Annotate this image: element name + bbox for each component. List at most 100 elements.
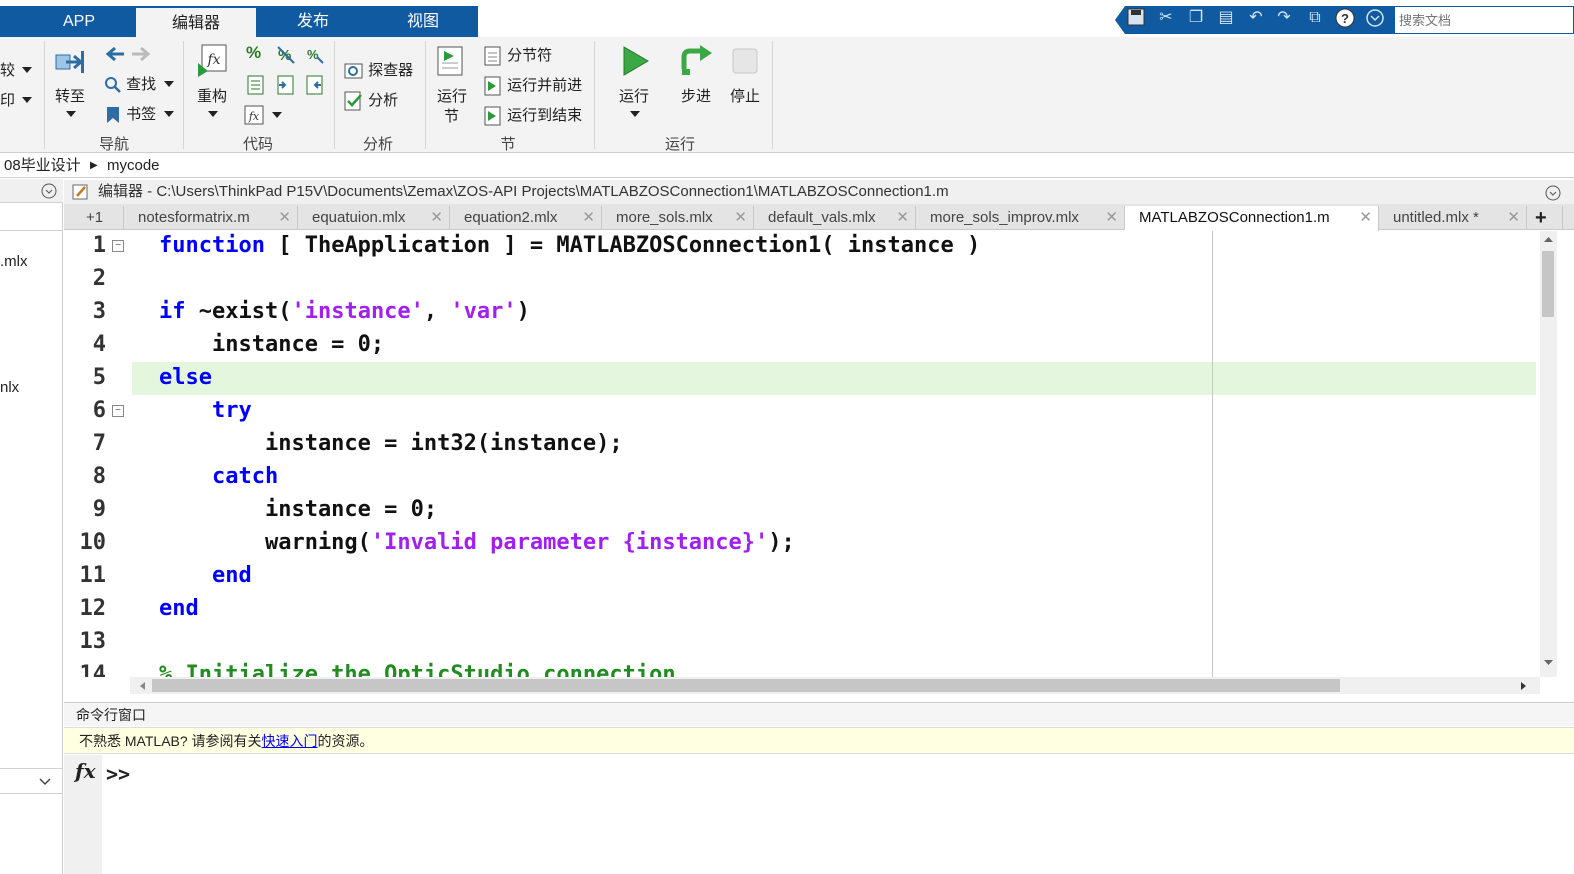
insert-function-icon[interactable]: fx	[244, 105, 266, 129]
close-icon[interactable]: ✕	[734, 206, 747, 230]
code-line[interactable]: else	[159, 365, 212, 390]
wrap-comments-icon[interactable]: %	[305, 45, 325, 69]
step-icon[interactable]	[680, 45, 714, 81]
breadcrumb-folder-current[interactable]: mycode	[107, 154, 160, 178]
code-line[interactable]: instance = int32(instance);	[159, 431, 623, 456]
cut-icon[interactable]: ✂	[1156, 8, 1176, 28]
refactor-icon[interactable]: fx	[196, 43, 230, 81]
close-icon[interactable]: ✕	[896, 206, 909, 230]
run-to-end-button[interactable]: 运行到结束	[483, 104, 582, 126]
run-section-icon[interactable]	[436, 45, 466, 81]
comment-button[interactable]: %	[246, 43, 261, 63]
file-tab[interactable]: equatuion.mlx ✕	[298, 206, 450, 230]
forward-icon[interactable]	[130, 45, 152, 67]
expand-menu-icon[interactable]	[1365, 8, 1385, 28]
file-tab[interactable]: untitled.mlx * ✕	[1379, 206, 1527, 230]
undo-icon[interactable]: ↶	[1246, 8, 1266, 28]
fold-toggle-icon[interactable]: −	[112, 240, 124, 252]
run-button[interactable]: 运行	[619, 85, 649, 106]
bookmark-button[interactable]: 书签	[104, 103, 156, 124]
step-button[interactable]: 步进	[681, 85, 711, 106]
increase-indent-icon[interactable]	[276, 75, 296, 99]
compare-button[interactable]: 较	[0, 59, 15, 80]
file-tab[interactable]: default_vals.mlx ✕	[754, 206, 916, 230]
close-icon[interactable]: ✕	[1105, 206, 1118, 230]
file-tab[interactable]: more_sols_improv.mlx ✕	[916, 206, 1125, 230]
horizontal-scroll-thumb[interactable]	[152, 679, 1340, 692]
new-tab-plus-icon[interactable]: +	[1527, 206, 1563, 230]
tab-app[interactable]: APP	[26, 6, 132, 37]
tab-overflow[interactable]: +1	[72, 206, 124, 230]
decrease-indent-icon[interactable]	[305, 75, 325, 99]
details-bar[interactable]	[0, 768, 63, 794]
code-line[interactable]: function [ TheApplication ] = MATLABZOSC…	[159, 233, 980, 258]
panel-column-header	[0, 203, 63, 231]
tab-view[interactable]: 视图	[370, 6, 476, 37]
help-icon[interactable]: ?	[1335, 8, 1355, 28]
close-icon[interactable]: ✕	[1507, 206, 1520, 230]
file-tab[interactable]: more_sols.mlx ✕	[602, 206, 754, 230]
code-editor[interactable]: − − 1 2 3 4 5 6 7 8 9 10 11 12 13 14 function [ TheApp…	[64, 231, 1540, 677]
find-button[interactable]: 查找	[104, 73, 156, 94]
close-icon[interactable]: ✕	[582, 206, 595, 230]
notice-text-suffix: 的资源。	[317, 733, 374, 749]
breadcrumb-folder-parent[interactable]: 08毕业设计	[4, 154, 81, 178]
code-line[interactable]: try	[159, 398, 252, 423]
horizontal-scrollbar[interactable]	[130, 677, 1540, 694]
fold-toggle-icon[interactable]: −	[112, 405, 124, 417]
divider	[334, 41, 335, 149]
print-button[interactable]: 印	[0, 89, 15, 110]
scroll-down-icon[interactable]	[1543, 659, 1554, 667]
indent-icon[interactable]	[246, 75, 266, 99]
run-icon[interactable]	[620, 45, 650, 81]
file-item[interactable]: nlx	[0, 379, 19, 396]
close-icon[interactable]: ✕	[430, 206, 443, 230]
run-and-advance-button[interactable]: 运行并前进	[483, 74, 582, 96]
stop-button[interactable]: 停止	[730, 85, 760, 106]
divider	[425, 41, 426, 149]
code-line[interactable]: instance = 0;	[159, 497, 437, 522]
code-line[interactable]: if ~exist('instance', 'var')	[159, 299, 530, 324]
scroll-up-icon[interactable]	[1543, 235, 1554, 243]
explorer-button[interactable]: 探查器	[344, 59, 413, 81]
file-tab[interactable]: equation2.mlx ✕	[450, 206, 602, 230]
file-tab-active[interactable]: MATLABZOSConnection1.m ✕	[1125, 206, 1379, 231]
code-line[interactable]: warning('Invalid parameter {instance}');	[159, 530, 795, 555]
redo-icon[interactable]: ↷	[1274, 8, 1294, 28]
close-icon[interactable]: ✕	[1359, 206, 1372, 230]
run-advance-label: 运行并前进	[507, 77, 583, 94]
back-icon[interactable]	[104, 45, 126, 67]
uncomment-icon[interactable]: %	[276, 45, 296, 69]
command-window-title: 命令行窗口	[64, 702, 1574, 726]
tab-publish[interactable]: 发布	[258, 6, 368, 37]
code-line[interactable]: end	[159, 563, 252, 588]
scroll-right-icon[interactable]	[1520, 681, 1528, 691]
code-keyword: end	[211, 563, 252, 588]
section-break-button[interactable]: 分节符	[483, 44, 552, 66]
panel-menu-icon[interactable]	[41, 183, 57, 202]
stop-icon[interactable]	[731, 47, 759, 79]
file-tab[interactable]: notesformatrix.m ✕	[124, 206, 298, 230]
code-line[interactable]: catch	[159, 464, 278, 489]
code-line[interactable]: end	[159, 596, 199, 621]
save-icon[interactable]	[1126, 8, 1146, 28]
line-number: 12	[79, 596, 107, 621]
close-icon[interactable]: ✕	[278, 206, 291, 230]
tab-editor[interactable]: 编辑器	[136, 8, 256, 37]
fx-function-browser-icon[interactable]: fx	[75, 759, 96, 783]
analyze-button[interactable]: 分析	[344, 89, 398, 111]
code-line[interactable]: % Initialize the OpticStudio connection	[159, 662, 676, 677]
vertical-scrollbar[interactable]	[1540, 231, 1557, 677]
code-string: 'Invalid parameter {instance}'	[370, 530, 769, 555]
vertical-scroll-thumb[interactable]	[1542, 251, 1554, 317]
paste-icon[interactable]: ▤	[1216, 8, 1236, 28]
copy-icon[interactable]: ❐	[1186, 8, 1206, 28]
editor-menu-icon[interactable]	[1545, 185, 1561, 201]
scroll-left-icon[interactable]	[138, 681, 146, 691]
file-item[interactable]: .mlx	[0, 253, 28, 270]
search-docs-input[interactable]	[1394, 6, 1574, 34]
getting-started-link[interactable]: 快速入门	[262, 733, 318, 749]
command-prompt[interactable]: >>	[106, 762, 130, 786]
switch-windows-icon[interactable]: ⧉	[1305, 8, 1325, 28]
code-line[interactable]: instance = 0;	[159, 332, 384, 357]
